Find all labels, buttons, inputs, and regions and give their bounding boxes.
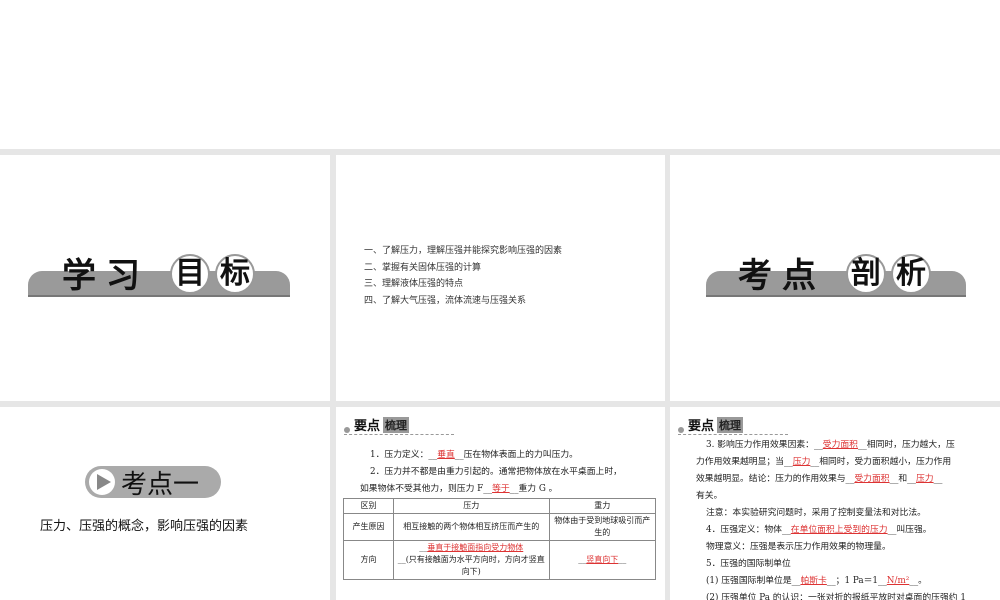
slide-key-point-one[interactable]: 考点一 压力、压强的概念，影响压强的因素: [0, 407, 330, 600]
para-3: 3. 影响压力作用效果因素：__受力面积__相同时，压力越大，压: [706, 440, 955, 450]
para-3-cont: 效果越明显。结论：压力的作用效果与__受力面积__和__压力__: [696, 474, 943, 484]
table-cell: 物体由于受到地球吸引而产生的: [548, 513, 657, 541]
blank-area: [0, 0, 1000, 149]
bullet-icon: [344, 426, 350, 433]
para-4: 4．压强定义：物体__在单位面积上受到的压力__叫压强。: [706, 525, 932, 535]
para-5: 5．压强的国际制单位: [706, 559, 791, 569]
slide-learning-goals-title[interactable]: 学 习 目 标: [0, 155, 330, 401]
comparison-table: 区别 压力 重力 产生原因 相互接触的两个物体相互挤压而产生的 物体由于受到地球吸引而产…: [343, 498, 657, 580]
banner-char: 点: [782, 256, 816, 296]
header-text: 要点: [354, 419, 381, 434]
goals-list: 一、了解压力，理解压强并能探究影响压强的因素 二、掌握有关固体压强的计算 三、理…: [364, 243, 562, 309]
goal-item: 四、了解大气压强，流体流速与压强关系: [364, 295, 527, 306]
para-2: 2．压力并不都是由重力引起的。通常把物体放在水平桌面上时，: [370, 467, 622, 477]
table-header: 区别: [343, 498, 394, 514]
slide-pressure-notes-2[interactable]: 要点 梳理 3. 影响压力作用效果因素：__受力面积__相同时，压力越大，压 力作…: [670, 407, 1000, 600]
banner-circle-char: 析: [891, 254, 931, 294]
para-5-2: (2) 压强单位 Pa 的认识：一张对折的报纸平放时对桌面的压强约 1: [706, 593, 966, 600]
para-3-cont: 力作用效果越明显；当__压力__相同时，受力面积越小，压力作用: [696, 457, 952, 467]
header-tag: 梳理: [717, 416, 744, 433]
para-2-cont: 如果物体不受其他力，则压力 F__等于__重力 G 。: [360, 484, 558, 494]
banner-circle-char: 目: [170, 254, 210, 294]
table-cell: 产生原因: [343, 513, 394, 541]
goal-item: 二、掌握有关固体压强的计算: [364, 262, 482, 273]
banner-char: 学: [62, 256, 96, 296]
header-tag: 梳理: [383, 416, 410, 433]
para-1: 1．压力定义：__垂直__压在物体表面上的力叫压力。: [370, 450, 578, 460]
header-text: 要点: [688, 419, 715, 434]
banner-circle-char: 标: [215, 254, 255, 294]
slide-analysis-title[interactable]: 考 点 剖 析: [670, 155, 1000, 401]
note: 注意：本实验研究问题时，采用了控制变量法和对比法。: [706, 508, 926, 518]
table-header: 重力: [548, 498, 657, 514]
slide-pressure-notes[interactable]: 要点 梳理 1．压力定义：__垂直__压在物体表面上的力叫压力。 2．压力并不都是…: [336, 407, 665, 600]
banner-char: 考: [738, 256, 772, 296]
table-cell: __竖直向下__: [548, 540, 657, 580]
banner-char: 习: [106, 256, 140, 296]
table-cell: 方向: [343, 540, 394, 580]
section-header: 要点 梳理: [344, 415, 454, 435]
slide-goals-list[interactable]: 一、了解压力，理解压强并能探究影响压强的因素 二、掌握有关固体压强的计算 三、理…: [336, 155, 665, 401]
subtitle: 压力、压强的概念，影响压强的因素: [40, 519, 249, 534]
banner-circle-char: 剖: [846, 254, 886, 294]
table-header: 压力: [393, 498, 550, 514]
key-point-badge: 考点一: [85, 466, 221, 500]
goal-item: 三、理解液体压强的特点: [364, 279, 464, 289]
para-4-meaning: 物理意义：压强是表示压力作用效果的物理量。: [706, 542, 891, 552]
table-cell: __垂直于接触面指向受力物体 __(只有接触面为水平方向时，方向才竖直向下): [393, 540, 550, 580]
section-header: 要点 梳理: [678, 415, 788, 435]
goal-item: 一、了解压力，理解压强并能探究影响压强的因素: [364, 246, 563, 256]
para-3-cont: 有关。: [696, 491, 723, 501]
badge-label: 考点一: [121, 469, 200, 500]
table-cell: 相互接触的两个物体相互挤压而产生的: [393, 513, 550, 541]
bullet-icon: [678, 426, 684, 433]
para-5-1: (1) 压强国际制单位是__帕斯卡__；1 Pa＝1__N/m²__。: [706, 576, 927, 586]
play-icon: [89, 469, 115, 495]
